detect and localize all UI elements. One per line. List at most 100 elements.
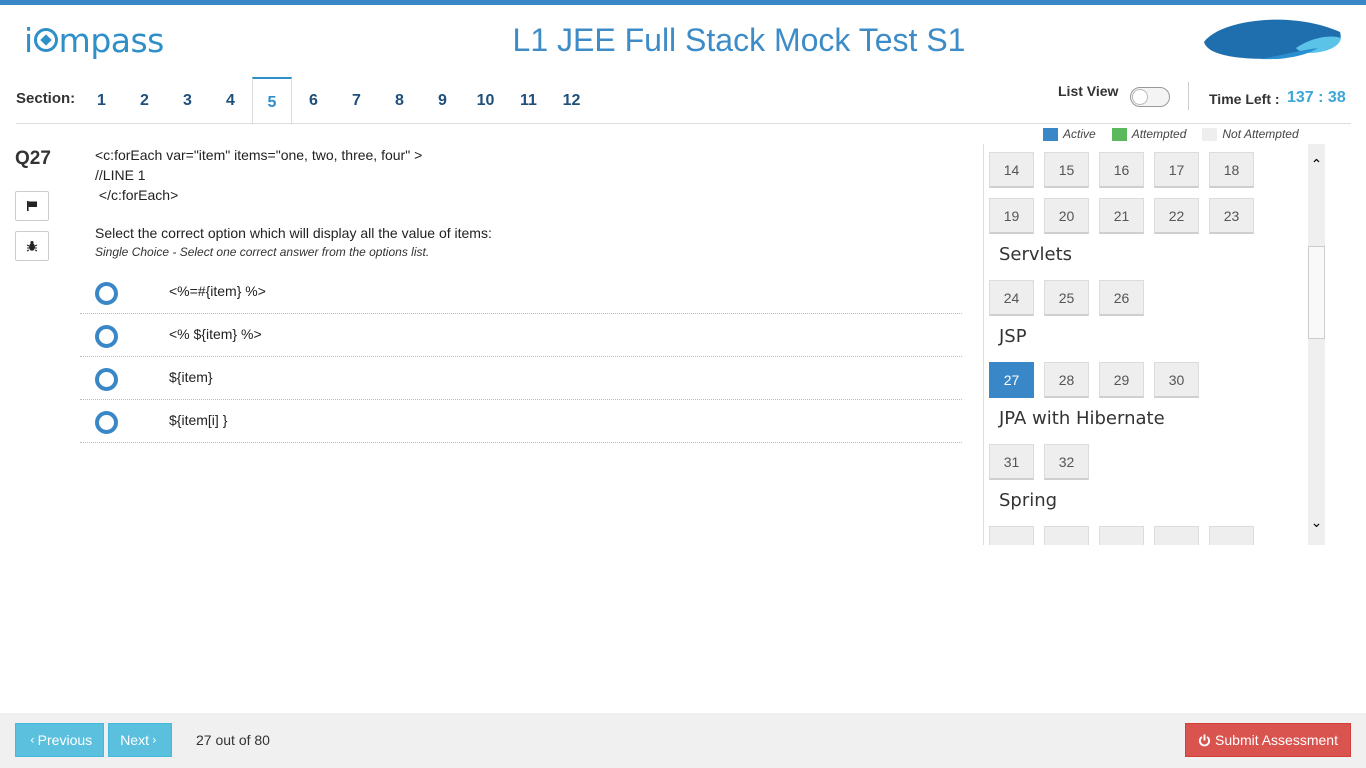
palette-question-16[interactable]: 16 — [1099, 152, 1144, 188]
section-tab-12[interactable]: 12 — [550, 76, 593, 124]
palette-question-hidden[interactable] — [1099, 526, 1144, 545]
palette-question-26[interactable]: 26 — [1099, 280, 1144, 316]
option-3[interactable]: ${item} — [80, 357, 962, 400]
legend-label-not-attempted: Not Attempted — [1222, 127, 1299, 141]
scroll-down-icon[interactable]: ⌄ — [1309, 516, 1324, 530]
section-tab-3[interactable]: 3 — [166, 76, 209, 124]
option-text: ${item[i] } — [169, 412, 228, 428]
power-icon — [1198, 733, 1211, 746]
section-tab-5[interactable]: 5 — [252, 77, 292, 125]
options-list: <%=#{item} %> <% ${item} %> ${item} ${it… — [80, 271, 962, 443]
radio-button[interactable] — [95, 411, 118, 434]
radio-button[interactable] — [95, 282, 118, 305]
palette-question-20[interactable]: 20 — [1044, 198, 1089, 234]
legend-label-active: Active — [1063, 127, 1096, 141]
question-number: Q27 — [15, 148, 51, 169]
palette-question-31[interactable]: 31 — [989, 444, 1034, 480]
next-label: Next — [120, 732, 149, 748]
question-hint: Single Choice - Select one correct answe… — [95, 245, 430, 259]
palette-question-21[interactable]: 21 — [1099, 198, 1144, 234]
option-4[interactable]: ${item[i] } — [80, 400, 962, 443]
palette-group-title: JPA with Hibernate — [999, 408, 1165, 429]
section-tab-2[interactable]: 2 — [123, 76, 166, 124]
top-accent-bar — [0, 0, 1366, 5]
section-tab-9[interactable]: 9 — [421, 76, 464, 124]
legend-attempted: Attempted — [1111, 127, 1187, 141]
question-code: <c:forEach var="item" items="one, two, t… — [95, 145, 422, 205]
question-palette: 14 15 16 17 18 19 20 21 22 23 Servlets 2… — [983, 144, 1325, 545]
previous-button[interactable]: ‹ Previous — [15, 723, 104, 757]
option-text: ${item} — [169, 369, 213, 385]
header-separator — [1188, 82, 1189, 110]
section-tab-6[interactable]: 6 — [292, 76, 335, 124]
palette-question-32[interactable]: 32 — [1044, 444, 1089, 480]
palette-question-30[interactable]: 30 — [1154, 362, 1199, 398]
page-title: L1 JEE Full Stack Mock Test S1 — [512, 22, 966, 58]
submit-label: Submit Assessment — [1215, 732, 1338, 748]
palette-row: 27 28 29 30 — [989, 362, 1309, 398]
toggle-knob — [1132, 89, 1148, 105]
flag-question-button[interactable] — [15, 191, 49, 221]
palette-question-hidden[interactable] — [989, 526, 1034, 545]
option-text: <% ${item} %> — [169, 326, 262, 342]
palette-question-17[interactable]: 17 — [1154, 152, 1199, 188]
scroll-up-icon[interactable]: ⌃ — [1309, 158, 1324, 172]
time-left-label: Time Left : — [1209, 91, 1280, 107]
palette-question-14[interactable]: 14 — [989, 152, 1034, 188]
palette-question-23[interactable]: 23 — [1209, 198, 1254, 234]
next-button[interactable]: Next › — [108, 723, 172, 757]
legend-swatch-active — [1043, 127, 1058, 141]
section-label: Section: — [16, 90, 76, 107]
palette-scrollbar-thumb[interactable] — [1308, 246, 1325, 339]
palette-question-24[interactable]: 24 — [989, 280, 1034, 316]
status-legend: Active Attempted Not Attempted — [1043, 127, 1315, 141]
list-view-label: List View — [1058, 83, 1119, 99]
question-progress: 27 out of 80 — [196, 732, 270, 748]
question-prompt: Select the correct option which will dis… — [95, 225, 492, 241]
palette-scrollbar[interactable] — [1308, 144, 1325, 545]
bug-icon — [26, 241, 38, 252]
palette-row: 14 15 16 17 18 — [989, 152, 1309, 188]
section-tab-1[interactable]: 1 — [80, 76, 123, 124]
palette-row-partial — [989, 526, 1309, 545]
palette-group-title: JSP — [999, 326, 1027, 347]
palette-question-28[interactable]: 28 — [1044, 362, 1089, 398]
legend-swatch-not-attempted — [1202, 127, 1218, 141]
code-line: //LINE 1 — [95, 167, 146, 183]
radio-button[interactable] — [95, 368, 118, 391]
palette-group-title: Servlets — [999, 244, 1073, 265]
section-tab-7[interactable]: 7 — [335, 76, 378, 124]
palette-question-27[interactable]: 27 — [989, 362, 1034, 398]
palette-question-hidden[interactable] — [1209, 526, 1254, 545]
legend-active: Active — [1043, 127, 1096, 141]
code-line: <c:forEach var="item" items="one, two, t… — [95, 147, 423, 163]
time-left-value: 137 : 38 — [1287, 89, 1346, 106]
palette-question-22[interactable]: 22 — [1154, 198, 1199, 234]
list-view-toggle[interactable] — [1130, 87, 1170, 107]
section-divider — [16, 123, 1351, 124]
palette-question-29[interactable]: 29 — [1099, 362, 1144, 398]
palette-question-hidden[interactable] — [1154, 526, 1199, 545]
option-2[interactable]: <% ${item} %> — [80, 314, 962, 357]
report-bug-button[interactable] — [15, 231, 49, 261]
palette-content: 14 15 16 17 18 19 20 21 22 23 Servlets 2… — [989, 152, 1309, 545]
radio-button[interactable] — [95, 325, 118, 348]
section-tab-4[interactable]: 4 — [209, 76, 252, 124]
footer-bar: ‹ Previous Next › 27 out of 80 Submit As… — [0, 713, 1366, 768]
section-tab-11[interactable]: 11 — [507, 76, 550, 124]
palette-question-25[interactable]: 25 — [1044, 280, 1089, 316]
palette-question-15[interactable]: 15 — [1044, 152, 1089, 188]
palette-question-hidden[interactable] — [1044, 526, 1089, 545]
previous-label: Previous — [37, 732, 93, 748]
palette-row: 19 20 21 22 23 — [989, 198, 1309, 234]
palette-question-18[interactable]: 18 — [1209, 152, 1254, 188]
option-1[interactable]: <%=#{item} %> — [80, 271, 962, 314]
brand-logo — [1204, 19, 1341, 60]
section-tab-8[interactable]: 8 — [378, 76, 421, 124]
legend-swatch-attempted — [1111, 127, 1127, 141]
legend-label-attempted: Attempted — [1131, 127, 1187, 141]
section-tab-10[interactable]: 10 — [464, 76, 507, 124]
palette-question-19[interactable]: 19 — [989, 198, 1034, 234]
submit-assessment-button[interactable]: Submit Assessment — [1185, 723, 1351, 757]
palette-row: 31 32 — [989, 444, 1309, 480]
